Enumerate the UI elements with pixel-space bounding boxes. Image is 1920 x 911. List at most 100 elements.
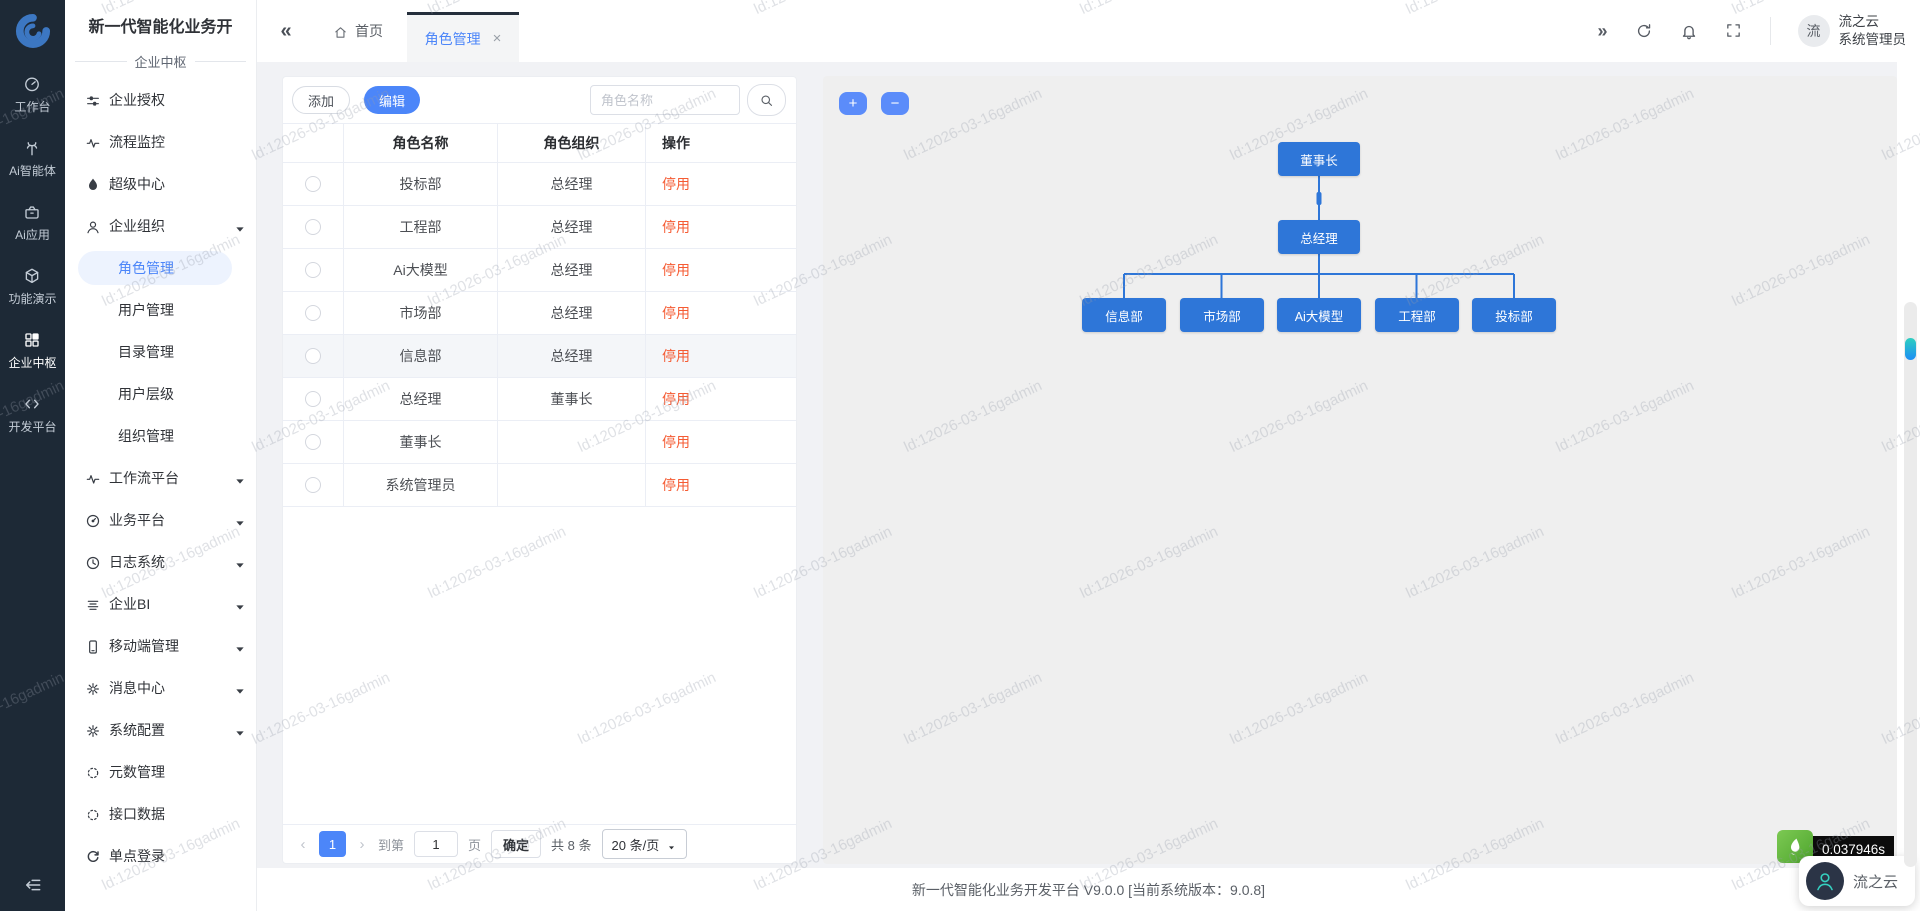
- chevron-down-icon: [232, 682, 244, 694]
- org-node-董事长[interactable]: 董事长: [1278, 142, 1360, 176]
- sidebar-item-接口数据[interactable]: 接口数据: [65, 793, 256, 835]
- sidebar-subitem-组织管理[interactable]: 组织管理: [65, 415, 256, 457]
- user-menu[interactable]: 流 流之云 系统管理员: [1798, 13, 1907, 49]
- sidebar-item-企业授权[interactable]: 企业授权: [65, 79, 256, 121]
- rail-item-Ai智能体[interactable]: Ai智能体: [8, 127, 56, 191]
- table-row-工程部[interactable]: 工程部总经理停用: [283, 206, 796, 249]
- tab-role-management[interactable]: 角色管理 ×: [407, 12, 519, 62]
- org-node-工程部[interactable]: 工程部: [1375, 298, 1459, 332]
- sidebar-item-企业BI[interactable]: 企业BI: [65, 583, 256, 625]
- table-row-总经理[interactable]: 总经理董事长停用: [283, 378, 796, 421]
- zoom-out-button[interactable]: −: [881, 92, 909, 115]
- row-radio[interactable]: [305, 348, 321, 364]
- row-radio[interactable]: [305, 176, 321, 192]
- org-node-投标部[interactable]: 投标部: [1472, 298, 1556, 332]
- refresh-icon[interactable]: [1635, 22, 1653, 40]
- app-logo-icon: [11, 9, 55, 53]
- table-row-信息部[interactable]: 信息部总经理停用: [283, 335, 796, 378]
- rail-item-企业中枢[interactable]: 企业中枢: [8, 319, 56, 383]
- fullscreen-icon[interactable]: [1725, 22, 1743, 40]
- cell-role-org: 总经理: [497, 249, 645, 291]
- table-row-投标部[interactable]: 投标部总经理停用: [283, 163, 796, 206]
- close-tab-icon[interactable]: ×: [493, 30, 502, 47]
- rail-item-功能演示[interactable]: 功能演示: [8, 255, 56, 319]
- header-select-col: [283, 124, 343, 162]
- cell-role-org: 总经理: [497, 292, 645, 334]
- pulse-icon: [85, 134, 101, 150]
- scrollbar-thumb[interactable]: [1905, 338, 1916, 360]
- sidebar-item-label: 企业BI: [109, 594, 150, 614]
- sidebar-item-label: 单点登录: [109, 846, 165, 866]
- prev-page-icon[interactable]: ‹: [297, 836, 309, 853]
- row-radio[interactable]: [305, 262, 321, 278]
- disable-action-link[interactable]: 停用: [662, 432, 690, 452]
- sidebar-subitem-角色管理[interactable]: 角色管理: [78, 251, 232, 285]
- rail-item-开发平台[interactable]: 开发平台: [8, 383, 56, 447]
- disable-action-link[interactable]: 停用: [662, 346, 690, 366]
- sidebar-subitem-用户管理[interactable]: 用户管理: [65, 289, 256, 331]
- goto-page-input[interactable]: [414, 831, 458, 857]
- sidebar-item-label: 系统配置: [109, 720, 165, 740]
- chevron-down-icon: [232, 640, 244, 652]
- rail-item-Ai应用[interactable]: Ai应用: [8, 191, 56, 255]
- disable-action-link[interactable]: 停用: [662, 303, 690, 323]
- row-radio[interactable]: [305, 219, 321, 235]
- edit-button[interactable]: 编辑: [364, 86, 420, 114]
- table-row-董事长[interactable]: 董事长停用: [283, 421, 796, 464]
- assistant-bubble[interactable]: 流之云: [1799, 856, 1915, 906]
- sidebar-item-日志系统[interactable]: 日志系统: [65, 541, 256, 583]
- collapse-tabs-icon[interactable]: «: [273, 20, 299, 43]
- sidebar-item-工作流平台[interactable]: 工作流平台: [65, 457, 256, 499]
- org-node-市场部[interactable]: 市场部: [1180, 298, 1264, 332]
- cell-role-name: 工程部: [343, 206, 497, 248]
- sidebar-subitem-目录管理[interactable]: 目录管理: [65, 331, 256, 373]
- sidebar-item-业务平台[interactable]: 业务平台: [65, 499, 256, 541]
- table-row-系统管理员[interactable]: 系统管理员 停用: [283, 464, 796, 507]
- drop-icon: [85, 176, 101, 192]
- sidebar-item-移动端管理[interactable]: 移动端管理: [65, 625, 256, 667]
- sidebar-title: 新一代智能化业务开: [65, 0, 256, 37]
- add-button[interactable]: 添加: [292, 86, 350, 114]
- disable-action-link[interactable]: 停用: [662, 475, 690, 495]
- search-input[interactable]: [590, 85, 740, 115]
- page-size-select[interactable]: 20 条/页: [602, 829, 688, 859]
- sidebar-item-流程监控[interactable]: 流程监控: [65, 121, 256, 163]
- row-radio[interactable]: [305, 477, 321, 493]
- sidebar-item-消息中心[interactable]: 消息中心: [65, 667, 256, 709]
- sidebar-item-元数管理[interactable]: 元数管理: [65, 751, 256, 793]
- disable-action-link[interactable]: 停用: [662, 260, 690, 280]
- sidebar-subitem-用户层级[interactable]: 用户层级: [65, 373, 256, 415]
- table-row-Ai大模型[interactable]: Ai大模型总经理停用: [283, 249, 796, 292]
- sidebar-item-系统配置[interactable]: 系统配置: [65, 709, 256, 751]
- confirm-page-button[interactable]: 确定: [491, 830, 541, 858]
- sidebar-fold-icon[interactable]: [0, 875, 65, 895]
- row-radio[interactable]: [305, 305, 321, 321]
- disable-action-link[interactable]: 停用: [662, 389, 690, 409]
- disable-action-link[interactable]: 停用: [662, 217, 690, 237]
- rail-item-工作台[interactable]: 工作台: [8, 63, 56, 127]
- expand-tabs-icon[interactable]: »: [1597, 21, 1607, 42]
- table-row-市场部[interactable]: 市场部总经理停用: [283, 292, 796, 335]
- zoom-in-button[interactable]: +: [839, 92, 867, 115]
- search-button[interactable]: [747, 84, 786, 116]
- org-node-信息部[interactable]: 信息部: [1082, 298, 1166, 332]
- wallet-icon: [23, 203, 41, 221]
- topbar-actions: » 流 流之云 系统管理员: [1597, 0, 1920, 62]
- row-radio[interactable]: [305, 391, 321, 407]
- cell-role-name: 系统管理员: [343, 464, 497, 506]
- header-action: 操作: [645, 124, 796, 162]
- sidebar-item-企业组织[interactable]: 企业组织: [65, 205, 256, 247]
- row-radio[interactable]: [305, 434, 321, 450]
- sidebar-item-单点登录[interactable]: 单点登录: [65, 835, 256, 877]
- disable-action-link[interactable]: 停用: [662, 174, 690, 194]
- tab-home[interactable]: 首页: [333, 21, 383, 41]
- org-node-总经理[interactable]: 总经理: [1278, 220, 1360, 254]
- next-page-icon[interactable]: ›: [356, 836, 368, 853]
- cell-role-org: 总经理: [497, 163, 645, 205]
- notification-bell-icon[interactable]: [1680, 22, 1698, 40]
- sidebar-item-超级中心[interactable]: 超级中心: [65, 163, 256, 205]
- current-page-button[interactable]: 1: [319, 831, 346, 857]
- tab-home-label: 首页: [355, 21, 383, 41]
- org-node-Ai大模型[interactable]: Ai大模型: [1277, 298, 1361, 332]
- sidebar: 新一代智能化业务开 企业中枢 企业授权流程监控超级中心企业组织角色管理用户管理目…: [65, 0, 257, 911]
